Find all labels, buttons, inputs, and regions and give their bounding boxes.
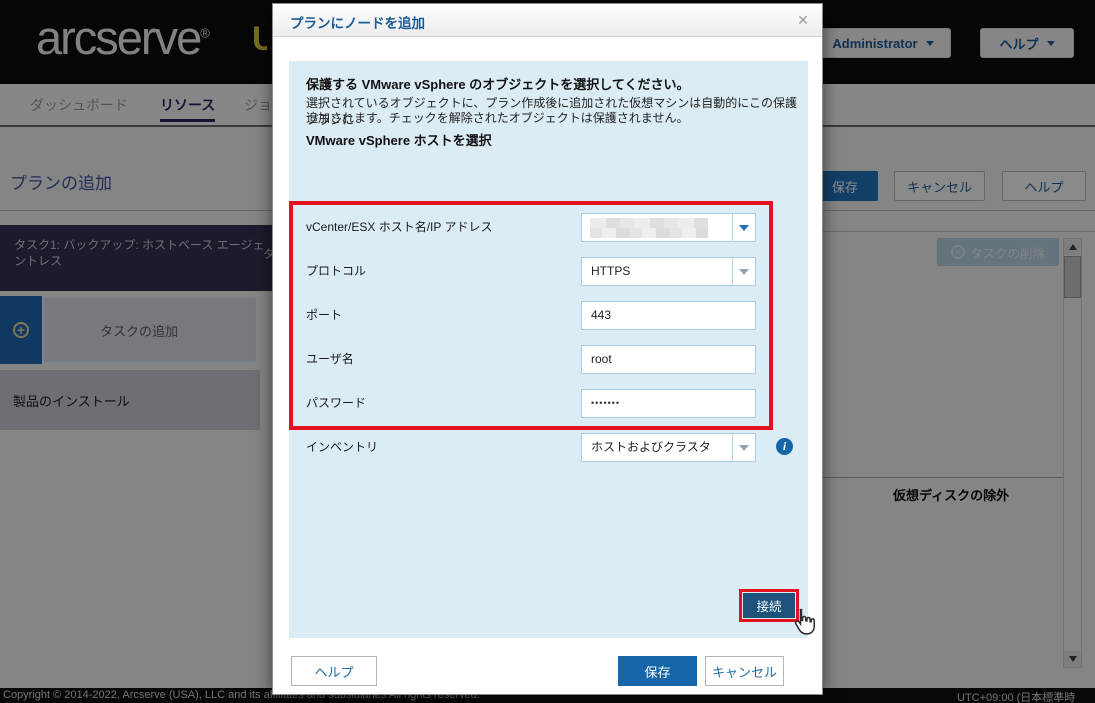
port-input[interactable]: 443 [581,301,756,330]
intro-line-2: 追加されます。チェックを解除されたオブジェクトは保護されません。 [306,109,688,126]
protocol-value: HTTPS [591,258,729,285]
close-icon[interactable]: ✕ [794,11,812,29]
host-field-label: vCenter/ESX ホスト名/IP アドレス [306,213,576,242]
triangle-down-icon [739,445,749,451]
dialog-title: プランにノードを追加 [290,12,425,32]
info-icon[interactable]: i [776,438,793,455]
protocol-combobox[interactable]: HTTPS [581,257,756,286]
add-node-dialog: プランにノードを追加 ✕ 保護する VMware vSphere のオブジェクト… [272,3,823,695]
masked-value [590,218,708,238]
dropdown-arrow-button[interactable] [732,434,755,461]
section-heading: VMware vSphere ホストを選択 [306,130,492,149]
inventory-combobox[interactable]: ホストおよびクラスタ [581,433,756,462]
password-input[interactable]: ••••••• [581,389,756,418]
dialog-body-panel: 保護する VMware vSphere のオブジェクトを選択してください。 選択… [289,61,808,638]
inventory-field-label: インベントリ [306,433,576,462]
dropdown-arrow-button[interactable] [732,258,755,285]
port-value: 443 [591,302,611,329]
protocol-field-label: プロトコル [306,257,576,286]
connect-button[interactable]: 接続 [743,593,795,618]
username-field-label: ユーザ名 [306,345,576,374]
triangle-down-icon [739,269,749,275]
dialog-help-button[interactable]: ヘルプ [291,656,377,686]
port-field-label: ポート [306,301,576,330]
username-value: root [591,346,612,373]
password-value: ••••••• [591,390,620,417]
intro-heading: 保護する VMware vSphere のオブジェクトを選択してください。 [306,74,690,93]
username-input[interactable]: root [581,345,756,374]
hand-cursor-icon [789,605,819,639]
password-field-label: パスワード [306,389,576,418]
triangle-down-icon [739,225,749,231]
inventory-value: ホストおよびクラスタ [591,434,729,461]
dialog-header: プランにノードを追加 ✕ [273,4,822,37]
dropdown-arrow-button[interactable] [732,214,755,241]
dialog-save-button[interactable]: 保存 [618,656,697,686]
host-combobox[interactable] [581,213,756,242]
dialog-cancel-button[interactable]: キャンセル [705,656,784,686]
